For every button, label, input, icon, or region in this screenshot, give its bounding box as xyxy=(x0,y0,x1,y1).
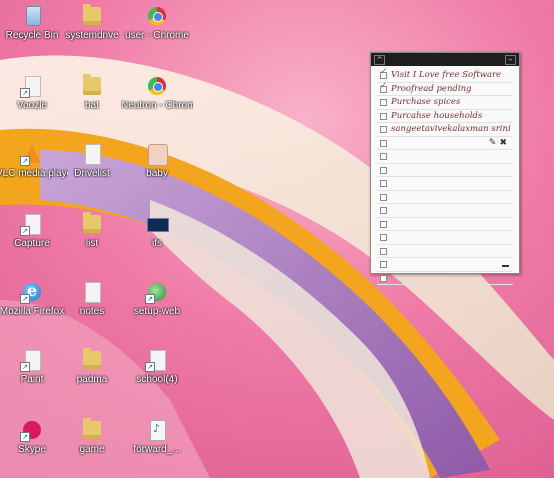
chrome-icon xyxy=(145,4,169,28)
note-item-active[interactable]: ✎ ✖ xyxy=(377,137,513,150)
desktop-icon-chrome[interactable]: Neutron - Chrome xyxy=(121,72,193,134)
baby-image-icon xyxy=(145,142,169,166)
note-item[interactable] xyxy=(377,258,513,272)
checkbox[interactable] xyxy=(380,126,387,133)
note-menu-button[interactable]: ^ xyxy=(374,55,385,65)
close-icon[interactable]: ✖ xyxy=(499,138,507,148)
mp3-file-icon xyxy=(145,418,169,442)
note-item-text[interactable]: Purcahse households xyxy=(391,110,511,122)
desktop-icon-label: Drivelist xyxy=(74,168,110,179)
desktop-icon-label: forward_... xyxy=(133,444,181,455)
checkbox[interactable] xyxy=(380,166,387,174)
capture-icon xyxy=(20,212,44,236)
note-item[interactable]: sangeetavivekalaxman srini... xyxy=(377,123,513,137)
folder-icon xyxy=(80,4,104,28)
desktop-icon-label: baby xyxy=(146,168,168,179)
folder-icon xyxy=(80,74,104,98)
desktop-icon-document[interactable]: Drivelist xyxy=(56,140,128,202)
shortcut-icon xyxy=(145,348,169,372)
note-item-tools: ✎ ✖ xyxy=(486,138,507,148)
note-minimize-button[interactable]: – xyxy=(505,55,516,65)
checkbox[interactable] xyxy=(380,81,388,93)
desktop-icon-folder[interactable]: bat xyxy=(56,72,128,134)
chrome-icon xyxy=(145,74,169,98)
desktop-icon-ifs[interactable]: ifs xyxy=(121,210,193,272)
desktop-icon-label: ifs xyxy=(152,238,162,249)
voozle-icon xyxy=(20,74,44,98)
desktop-icon-folder[interactable]: systemdrive xyxy=(56,2,128,64)
recycle-bin-icon xyxy=(20,4,44,28)
note-item[interactable]: Purchase spices xyxy=(377,96,513,110)
sticky-note-widget[interactable]: ^ – Visit I Love free Software Proofread… xyxy=(370,52,520,285)
note-item[interactable] xyxy=(377,231,513,245)
desktop-icon-folder[interactable]: list xyxy=(56,210,128,272)
desktop-icon-setup-web[interactable]: setup-web xyxy=(121,278,193,340)
checkbox[interactable] xyxy=(380,112,387,120)
note-item[interactable]: Purcahse households xyxy=(377,110,513,123)
checkbox[interactable] xyxy=(380,99,387,106)
desktop-icon-label: bat xyxy=(85,100,99,111)
note-item[interactable]: Proofread pending xyxy=(377,81,513,96)
checkbox[interactable] xyxy=(380,207,387,214)
note-item[interactable] xyxy=(377,218,513,231)
checkbox[interactable] xyxy=(380,274,387,282)
document-icon xyxy=(80,142,104,166)
desktop-icon-label: school(4) xyxy=(136,374,178,385)
folder-icon xyxy=(80,348,104,372)
desktop-icon-label: Neutron - Chrome xyxy=(121,100,193,111)
desktop-icon-label: padma xyxy=(76,374,108,385)
desktop-icon-chrome[interactable]: user - Chrome xyxy=(121,2,193,64)
checkbox[interactable] xyxy=(380,234,387,241)
desktop-icon-baby[interactable]: baby xyxy=(121,140,193,202)
note-checklist: Visit I Love free Software Proofread pen… xyxy=(377,67,513,285)
desktop-icon-label: user - Chrome xyxy=(125,30,189,41)
note-collapse-button[interactable] xyxy=(502,265,509,267)
desktop-icon-label: systemdrive xyxy=(65,30,119,41)
note-item-text[interactable]: sangeetavivekalaxman srini... xyxy=(391,123,511,135)
note-item-text[interactable]: Proofread pending xyxy=(391,83,511,95)
firefox-icon xyxy=(20,280,44,304)
checkbox[interactable] xyxy=(380,261,387,268)
desktop-icon-folder[interactable]: game xyxy=(56,416,128,478)
document-icon xyxy=(80,280,104,304)
checkbox[interactable] xyxy=(380,153,387,160)
desktop-icon-mp3[interactable]: forward_... xyxy=(121,416,193,478)
network-globe-icon xyxy=(145,280,169,304)
pencil-icon[interactable]: ✎ xyxy=(489,138,497,148)
desktop-icon-label: game xyxy=(79,444,105,455)
note-item[interactable] xyxy=(377,191,513,204)
desktop-icon-document[interactable]: notes xyxy=(56,278,128,340)
desktop-icon-shortcut[interactable]: school(4) xyxy=(121,346,193,408)
checkbox[interactable] xyxy=(380,220,387,228)
note-item-text[interactable]: Purchase spices xyxy=(391,96,511,108)
desktop-icon-label: list xyxy=(85,238,99,249)
note-item[interactable]: Visit I Love free Software xyxy=(377,67,513,83)
note-item[interactable] xyxy=(377,245,513,258)
checkbox[interactable] xyxy=(380,67,388,79)
skype-icon xyxy=(20,418,44,442)
note-title-bar[interactable]: ^ – xyxy=(371,53,519,66)
note-item-text[interactable]: Visit I Love free Software xyxy=(391,69,511,81)
note-item[interactable] xyxy=(377,150,513,164)
desktop-icon-label: notes xyxy=(79,306,105,317)
desktop-icon-label: setup-web xyxy=(133,306,181,317)
folder-icon xyxy=(80,418,104,442)
note-item[interactable] xyxy=(377,164,513,177)
note-item[interactable] xyxy=(377,177,513,191)
note-item[interactable] xyxy=(377,204,513,218)
checkbox[interactable] xyxy=(380,139,387,147)
folder-icon xyxy=(80,212,104,236)
paint-icon xyxy=(20,348,44,372)
ifs-icon xyxy=(145,212,169,236)
desktop: Recycle Bin systemdrive user - Chrome Vo… xyxy=(0,0,554,478)
note-item[interactable] xyxy=(377,272,513,285)
desktop-icon-folder[interactable]: padma xyxy=(56,346,128,408)
checkbox[interactable] xyxy=(380,247,387,255)
checkbox[interactable] xyxy=(380,193,387,201)
checkbox[interactable] xyxy=(380,180,387,187)
vlc-icon xyxy=(20,142,44,166)
